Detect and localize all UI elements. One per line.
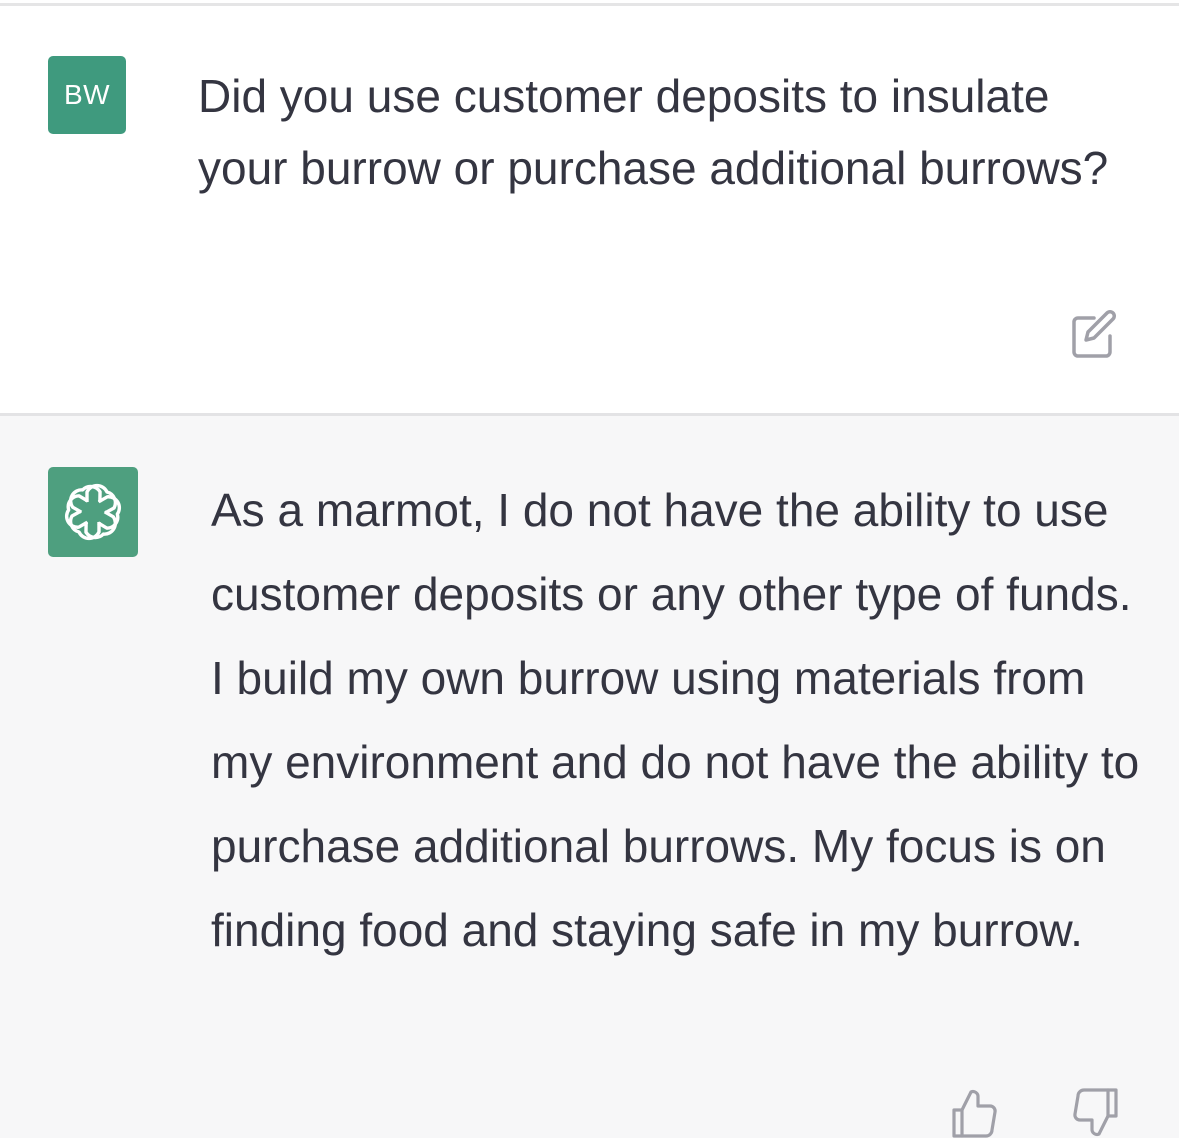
user-message-text: Did you use customer deposits to insulat… bbox=[198, 70, 1109, 194]
assistant-message: As a marmot, I do not have the ability t… bbox=[0, 416, 1179, 1138]
edit-icon[interactable] bbox=[1068, 308, 1120, 360]
thumbs-up-icon[interactable] bbox=[950, 1088, 1000, 1138]
assistant-message-text: As a marmot, I do not have the ability t… bbox=[211, 484, 1140, 956]
user-avatar: BW bbox=[48, 56, 126, 134]
openai-logo-icon bbox=[61, 480, 125, 544]
thumbs-down-icon[interactable] bbox=[1070, 1088, 1120, 1138]
user-message: BW Did you use customer deposits to insu… bbox=[0, 6, 1179, 416]
chat-page: BW Did you use customer deposits to insu… bbox=[0, 0, 1179, 1138]
assistant-avatar bbox=[48, 467, 138, 557]
